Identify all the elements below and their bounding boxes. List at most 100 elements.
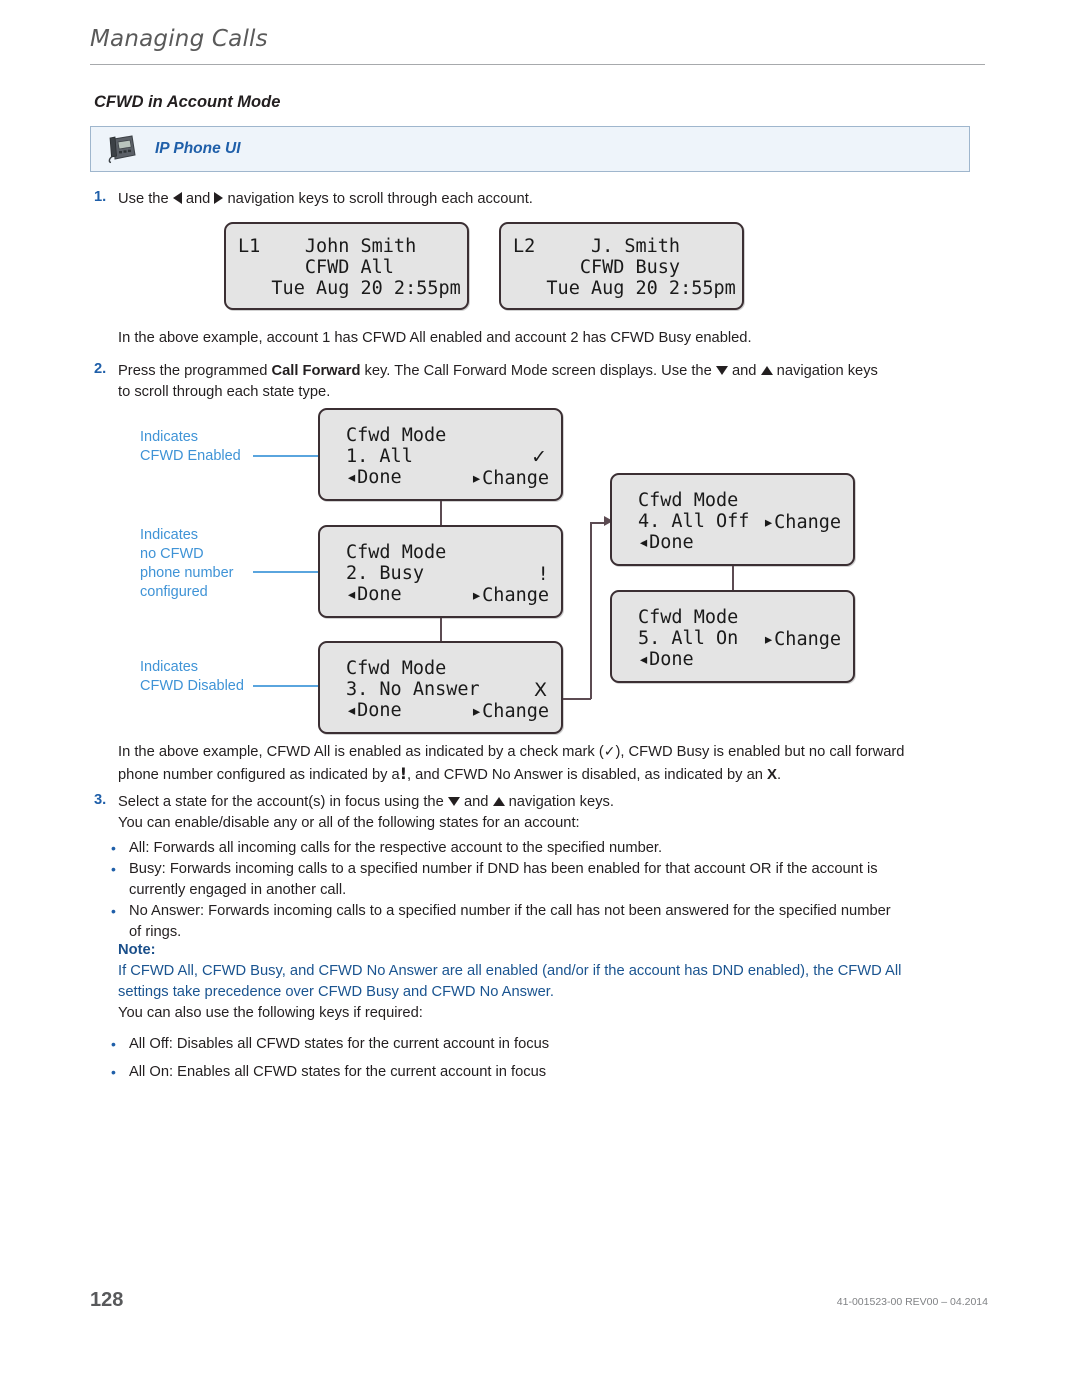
diagram-example-text-5: .	[777, 767, 782, 783]
state-bullet-all: All: Forwards all incoming calls for the…	[129, 840, 663, 856]
connector-4-to-5	[732, 566, 734, 592]
connector-2-to-3	[440, 618, 442, 643]
bullet-dot-5: •	[111, 1064, 116, 1080]
step-2-text-line2: to scroll through each state type.	[118, 384, 331, 400]
desk-phone-icon	[105, 133, 139, 165]
diagram-example-text-4: , and CFWD No Answer is disabled, as ind…	[407, 767, 763, 783]
step-3-text-line2: You can enable/disable any or all of the…	[118, 815, 580, 831]
annotation-cfwd-enabled-line1: Indicates	[140, 429, 199, 445]
account-screen-l1-line2: CFWD All	[238, 257, 394, 278]
cfwd-screen-5-item: 5. All On	[638, 628, 739, 649]
step-2-number: 2.	[94, 361, 107, 377]
note-body: If CFWD All, CFWD Busy, and CFWD No Answ…	[118, 961, 908, 1003]
nav-right-icon	[214, 192, 224, 205]
note-body-line1: If CFWD All, CFWD Busy, and CFWD No Answ…	[118, 963, 882, 979]
account-screen-l1: L1 John Smith CFWD All Tue Aug 20 2:55pm	[224, 222, 469, 310]
connector-3-to-4-h1	[563, 698, 591, 700]
cfwd-screen-1-softkey-done[interactable]: ◂Done	[346, 468, 402, 487]
step-2-text-b: key. The Call Forward Mode screen displa…	[364, 363, 712, 379]
connector-1-to-2	[440, 501, 442, 528]
cfwd-screen-2-softkey-change[interactable]: ▸Change	[471, 585, 549, 606]
step-1-text-a: Use the	[118, 191, 169, 207]
diagram-example-text: In the above example, CFWD All is enable…	[118, 742, 908, 786]
cfwd-screen-3-softkey-change[interactable]: ▸Change	[471, 701, 549, 722]
cfwd-screen-4-softkey-change[interactable]: ▸Change	[763, 512, 841, 533]
cfwd-mode-screen-5: Cfwd Mode 5. All On ◂Done ▸Change	[610, 590, 855, 683]
cfwd-screen-3-item: 3. No Answer	[346, 679, 480, 700]
note-label: Note:	[118, 942, 156, 958]
annotation-no-cfwd-number-line4: configured	[140, 584, 208, 600]
exclamation-mark-icon: !	[399, 764, 407, 783]
cfwd-screen-2-title: Cfwd Mode	[346, 542, 447, 563]
nav-down-icon-2	[447, 796, 460, 806]
account-screen-l1-line3: Tue Aug 20 2:55pm	[238, 278, 461, 299]
footer-page-number: 128	[90, 1289, 124, 1311]
bullet-dot-3: •	[111, 903, 116, 919]
cfwd-screen-5-softkey-change[interactable]: ▸Change	[763, 629, 841, 650]
cfwd-screen-1-softkey-change[interactable]: ▸Change	[471, 468, 549, 489]
annotation-cfwd-disabled: Indicates CFWD Disabled	[140, 658, 310, 696]
cfwd-mode-screen-2: Cfwd Mode 2. Busy ◂Done ▸Change !	[318, 525, 563, 618]
step-3-text: Select a state for the account(s) in foc…	[118, 792, 908, 834]
annotation-cfwd-enabled-line2: CFWD Enabled	[140, 448, 241, 464]
step-1-text: Use the and navigation keys to scroll th…	[118, 189, 898, 210]
note-follow-text: You can also use the following keys if r…	[118, 1005, 423, 1021]
annotation-no-cfwd-number: Indicates no CFWD phone number configure…	[140, 526, 310, 602]
step-2-text-c: and	[731, 363, 757, 379]
annotation-no-cfwd-number-line3: phone number	[140, 565, 234, 581]
cfwd-screen-4-title: Cfwd Mode	[638, 490, 739, 511]
cfwd-screen-3-softkey-done[interactable]: ◂Done	[346, 701, 402, 720]
account-screen-l1-line1: L1 John Smith	[238, 236, 417, 257]
step-2-text: Press the programmed Call Forward key. T…	[118, 361, 908, 403]
account-screen-l2-line1: L2 J. Smith	[513, 236, 681, 257]
cfwd-screen-2-softkey-done[interactable]: ◂Done	[346, 585, 402, 604]
key-bullet-all-on: All On: Enables all CFWD states for the …	[129, 1064, 547, 1080]
step-3-text-a: Select a state for the account(s) in foc…	[118, 794, 444, 810]
nav-up-icon	[760, 365, 773, 375]
annotation-cfwd-enabled: Indicates CFWD Enabled	[140, 428, 305, 466]
nav-up-icon-2	[492, 796, 505, 806]
bullet-dot-2: •	[111, 861, 116, 877]
connector-3-to-4-v	[590, 522, 592, 699]
account-screen-l2-line3: Tue Aug 20 2:55pm	[513, 278, 736, 299]
step-3-text-b: and	[463, 794, 489, 810]
diagram-example-text-1: In the above example, CFWD All is enable…	[118, 744, 604, 760]
step-1-text-b: and	[185, 191, 211, 207]
cfwd-screen-5-title: Cfwd Mode	[638, 607, 739, 628]
step-3-text-c: navigation keys.	[508, 794, 614, 810]
step-2-text-a: Press the programmed	[118, 363, 268, 379]
ip-phone-ui-banner: IP Phone UI	[90, 126, 970, 172]
cfwd-screen-4-softkey-done[interactable]: ◂Done	[638, 533, 694, 552]
header-divider	[90, 64, 985, 65]
cfwd-screen-2-item: 2. Busy	[346, 563, 424, 584]
cfwd-mode-screen-4: Cfwd Mode 4. All Off ◂Done ▸Change	[610, 473, 855, 566]
account-screen-l2: L2 J. Smith CFWD Busy Tue Aug 20 2:55pm	[499, 222, 744, 310]
x-mark-icon: X	[767, 766, 778, 783]
step-1-text-c: navigation keys to scroll through each a…	[227, 191, 533, 207]
annotation-cfwd-disabled-line2: CFWD Disabled	[140, 678, 244, 694]
step-3-number: 3.	[94, 792, 107, 808]
ip-phone-ui-label: IP Phone UI	[155, 140, 241, 157]
cfwd-screen-2-status-exclamation-mark: !	[539, 563, 547, 585]
annotation-cfwd-disabled-line1: Indicates	[140, 659, 199, 675]
check-mark-icon: ✓	[603, 744, 616, 760]
step-1-number: 1.	[94, 189, 107, 205]
state-bullet-busy: Busy: Forwards incoming calls to a speci…	[129, 861, 878, 898]
step-2-text-d: navigation keys	[776, 363, 878, 379]
nav-down-icon	[715, 365, 728, 375]
annotation-no-cfwd-number-line2: no CFWD	[140, 546, 204, 562]
cfwd-mode-screen-1: Cfwd Mode 1. All ◂Done ▸Change ✓	[318, 408, 563, 501]
cfwd-screen-1-status-check-mark: ✓	[531, 446, 547, 468]
footer-document-reference: 41-001523-00 REV00 – 04.2014	[836, 1296, 988, 1308]
key-bullet-all-off: All Off: Disables all CFWD states for th…	[129, 1036, 550, 1052]
cfwd-screen-3-status-x-mark: X	[533, 679, 547, 701]
annotation-no-cfwd-number-line1: Indicates	[140, 527, 199, 543]
cfwd-screen-5-softkey-done[interactable]: ◂Done	[638, 650, 694, 669]
cfwd-screen-1-title: Cfwd Mode	[346, 425, 447, 446]
cfwd-screen-1-item: 1. All	[346, 446, 413, 467]
accounts-example-text: In the above example, account 1 has CFWD…	[118, 330, 752, 346]
account-screen-l2-line2: CFWD Busy	[513, 257, 681, 278]
bullet-dot-4: •	[111, 1036, 116, 1052]
bullet-dot-1: •	[111, 840, 116, 856]
state-bullet-no-answer: No Answer: Forwards incoming calls to a …	[129, 903, 891, 940]
